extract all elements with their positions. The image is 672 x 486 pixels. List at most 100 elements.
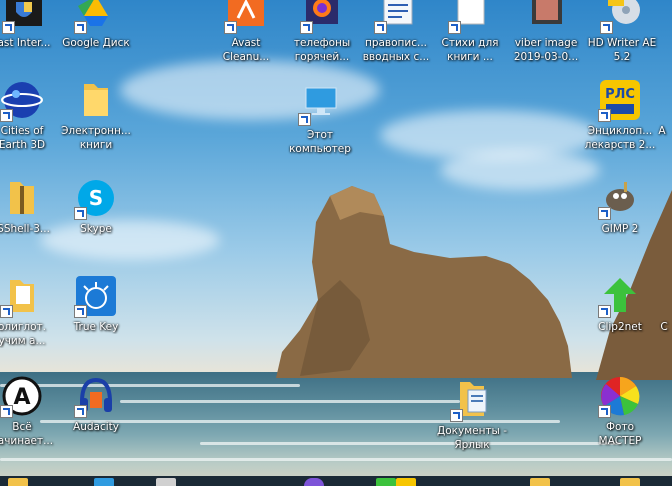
taskbar-folder-icon[interactable] — [8, 478, 28, 486]
svg-text:A: A — [13, 385, 30, 410]
shortcut-arrow-icon — [600, 21, 613, 34]
anarchy-logo-icon: A — [0, 374, 44, 418]
desktop-icon-avast-internet[interactable]: ast Inter... — [0, 0, 62, 76]
shortcut-arrow-icon — [598, 109, 611, 122]
shortcut-arrow-icon — [74, 207, 87, 220]
desktop-icon-cities-of-earth[interactable]: Cities of Earth 3D — [0, 78, 60, 164]
shortcut-arrow-icon — [300, 21, 313, 34]
audacity-headphones-icon — [74, 374, 118, 418]
shortcut-arrow-icon — [74, 305, 87, 318]
desktop-icon-electronic-books[interactable]: Электронн... книги — [58, 78, 134, 164]
folder-pages-icon — [0, 274, 44, 318]
icon-label: Энциклоп... лекарств 2... — [584, 125, 656, 151]
desktop-icon-this-computer[interactable]: Этот компьютер — [282, 82, 358, 168]
icon-label: Этот компьютер — [289, 129, 351, 155]
shortcut-arrow-icon — [74, 405, 87, 418]
desktop-icon-rls-right[interactable]: A — [652, 78, 672, 164]
taskbar-app-icon[interactable] — [156, 478, 176, 486]
taskbar-viber-icon[interactable] — [304, 478, 324, 486]
icon-label: C — [660, 321, 668, 333]
firefox-icon — [300, 0, 344, 34]
icon-label: Google Диск — [62, 37, 130, 49]
hd-writer-disc-icon — [600, 0, 644, 34]
shortcut-arrow-icon — [0, 305, 13, 318]
icon-label: ISShell-3... — [0, 223, 50, 235]
foto-master-aperture-icon — [598, 374, 642, 418]
desktop-icon-hd-writer[interactable]: HD Writer AE 5.2 — [584, 0, 660, 76]
word-document-icon — [374, 0, 418, 34]
folder-icon — [74, 78, 118, 122]
icon-label: A — [658, 125, 666, 137]
icon-label: телефоны горячей... — [293, 37, 351, 63]
icon-label: ast Inter... — [0, 37, 51, 49]
svg-text:РЛС: РЛС — [605, 87, 635, 102]
taskbar-folder-icon[interactable] — [620, 478, 640, 486]
icon-label: Avast Cleanu... — [222, 37, 270, 63]
icon-label: правопис... вводных с... — [362, 37, 430, 63]
desktop-icon-clip2net-right[interactable]: C — [656, 274, 672, 360]
shortcut-arrow-icon — [2, 21, 15, 34]
icon-label: True Key — [73, 321, 119, 333]
rls-encyclopedia-icon: РЛС — [598, 78, 642, 122]
gimp-icon — [598, 176, 642, 220]
icon-label: HD Writer AE 5.2 — [587, 37, 657, 63]
desktop-icon-vse-nachinaet[interactable]: A Всё начинает... — [0, 374, 60, 460]
icon-label: Стихи для книги ... — [441, 37, 499, 63]
desktop-icon-documents[interactable]: Документы - Ярлык — [434, 378, 510, 464]
taskbar-app-icon[interactable] — [396, 478, 416, 486]
icon-label: Cities of Earth 3D — [0, 125, 46, 151]
photo-thumbnail-icon — [524, 0, 568, 34]
google-drive-icon — [74, 0, 118, 34]
icon-label: Документы - Ярлык — [437, 425, 507, 451]
desktop-icon-true-key[interactable]: True Key — [58, 274, 134, 360]
taskbar-window-icon[interactable] — [94, 478, 114, 486]
icon-label: viber image 2019-03-0... — [513, 37, 579, 63]
clip2net-arrow-icon — [598, 274, 642, 318]
icon-label: Clip2net — [598, 321, 642, 333]
icon-label: Всё начинает... — [0, 421, 54, 447]
desktop-icon-pravopis[interactable]: правопис... вводных с... — [358, 0, 434, 76]
computer-monitor-icon — [298, 82, 342, 126]
icon-label: GIMP 2 — [601, 223, 639, 235]
shortcut-arrow-icon — [298, 113, 311, 126]
shortcut-arrow-icon — [224, 21, 237, 34]
desktop-icon-foto-master[interactable]: Фото МАСТЕР — [582, 374, 658, 460]
desktop-icon-gimp[interactable]: GIMP 2 — [582, 176, 658, 262]
icon-label: Skype — [80, 223, 112, 235]
zip-folder-icon — [0, 176, 44, 220]
desktop-icon-avast-cleanup[interactable]: Avast Cleanu... — [208, 0, 284, 76]
desktop-icon-google-disk[interactable]: Google Диск — [58, 0, 134, 76]
desktop-icon-viber-image[interactable]: viber image 2019-03-0... — [508, 0, 584, 76]
desktop-icon-stihi[interactable]: Стихи для книги ... — [432, 0, 508, 76]
desktop-icon-audacity[interactable]: Audacity — [58, 374, 134, 460]
desktop-icon-rls[interactable]: РЛС Энциклоп... лекарств 2... — [582, 78, 658, 164]
icon-label: Audacity — [73, 421, 119, 433]
skype-icon: S — [74, 176, 118, 220]
shortcut-arrow-icon — [0, 405, 13, 418]
shortcut-arrow-icon — [598, 305, 611, 318]
globe-icon — [0, 78, 44, 122]
desktop-icon-clip2net[interactable]: Clip2net — [582, 274, 658, 360]
true-key-icon — [74, 274, 118, 318]
desktop-icon-polyglot[interactable]: олиглот. учим а... — [0, 274, 60, 360]
taskbar-app-icon[interactable] — [376, 478, 396, 486]
avast-cleanup-icon — [224, 0, 268, 34]
desktop-icon-isshell[interactable]: ISShell-3... — [0, 176, 60, 262]
documents-folder-icon — [450, 378, 494, 422]
icon-label: Электронн... книги — [61, 125, 131, 151]
shortcut-arrow-icon — [450, 409, 463, 422]
shortcut-arrow-icon — [598, 207, 611, 220]
shortcut-arrow-icon — [0, 109, 13, 122]
shortcut-arrow-icon — [74, 21, 87, 34]
blank-document-icon — [448, 0, 492, 34]
avast-shield-icon — [2, 0, 46, 34]
svg-text:S: S — [89, 186, 103, 210]
shortcut-arrow-icon — [448, 21, 461, 34]
taskbar-folder-icon[interactable] — [530, 478, 550, 486]
desktop-icon-skype[interactable]: S Skype — [58, 176, 134, 262]
icon-label: олиглот. учим а... — [0, 321, 47, 347]
desktop-icon-telefony[interactable]: телефоны горячей... — [284, 0, 360, 76]
icon-label: Фото МАСТЕР — [598, 421, 642, 447]
shortcut-arrow-icon — [374, 21, 387, 34]
shortcut-arrow-icon — [598, 405, 611, 418]
